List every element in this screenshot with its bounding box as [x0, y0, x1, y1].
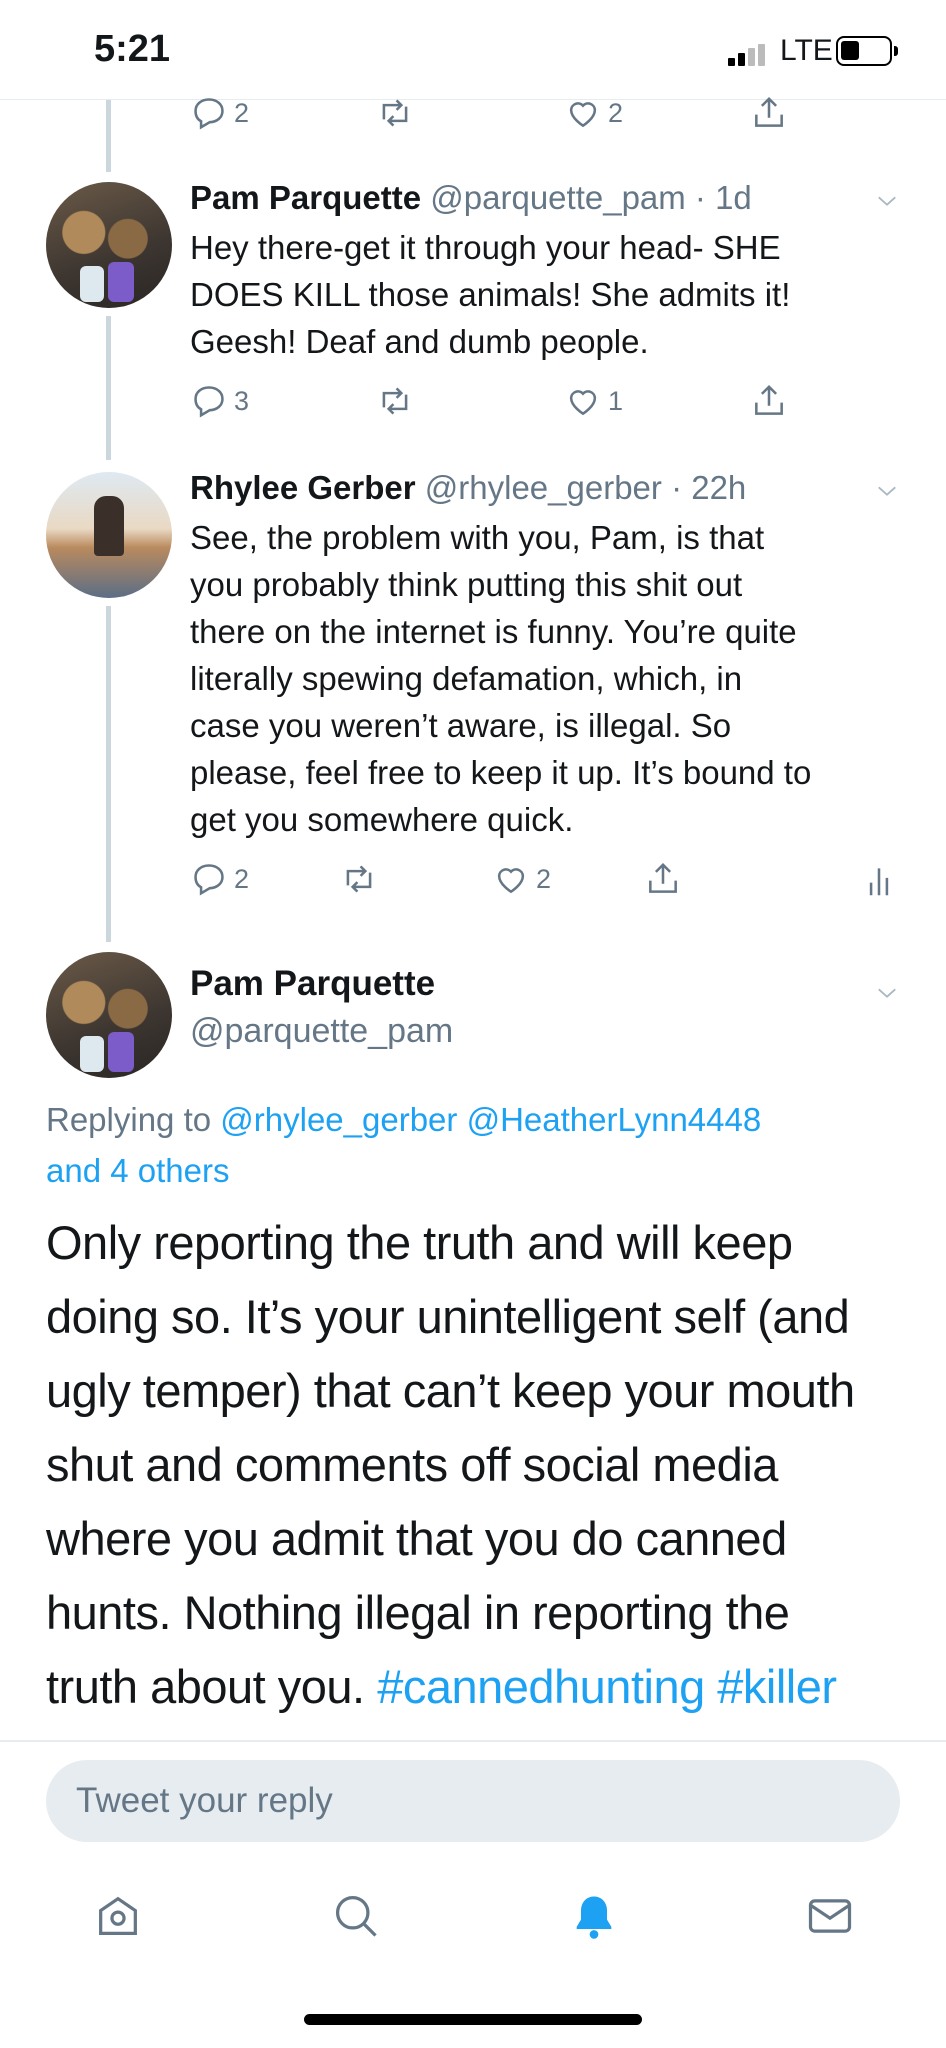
share-button[interactable] — [750, 382, 788, 420]
tweet-line: hunts. Nothing illegal in reporting the — [46, 1586, 790, 1639]
replying-prefix: Replying to — [46, 1101, 212, 1138]
hashtag-link[interactable]: #killer — [717, 1660, 837, 1713]
replying-others-link[interactable]: and 4 others — [46, 1152, 229, 1189]
avatar[interactable] — [46, 952, 172, 1078]
messages-icon[interactable] — [804, 1890, 856, 1942]
tweet-line: shut and comments off social media — [46, 1438, 778, 1491]
thread-line — [106, 606, 111, 942]
retweet-icon — [382, 387, 408, 415]
thread-line — [106, 316, 111, 460]
tweet-line: literally spewing defamation, which, in — [190, 660, 743, 697]
tweet-author[interactable]: Pam Parquette @parquette_pam · 1d — [190, 179, 752, 217]
like-count: 2 — [536, 863, 552, 894]
divider — [0, 1740, 946, 1742]
tweet-line: Hey there-get it through your head- SHE — [190, 229, 781, 266]
share-icon — [755, 384, 783, 415]
status-time: 5:21 — [94, 28, 171, 70]
tweet-line: Geesh! Deaf and dumb people. — [190, 323, 649, 360]
network-label: LTE — [780, 34, 833, 67]
reply-count: 3 — [234, 385, 250, 416]
author-handle[interactable]: @parquette_pam — [190, 1012, 453, 1051]
battery-icon — [836, 36, 898, 66]
share-icon — [649, 862, 677, 893]
tweet-line: See, the problem with you, Pam, is that — [190, 519, 765, 556]
replying-to: Replying to @rhylee_gerber @HeatherLynn4… — [46, 1094, 906, 1196]
share-icon — [755, 96, 783, 127]
tweet-line: Only reporting the truth and will keep — [46, 1216, 793, 1269]
tweet-line: get you somewhere quick. — [190, 801, 574, 838]
tweet-line: you probably think putting this shit out — [190, 566, 743, 603]
notifications-icon[interactable] — [568, 1890, 620, 1942]
hashtag-link[interactable]: #cannedhunting — [377, 1660, 705, 1713]
reply-icon — [194, 98, 224, 130]
home-icon[interactable] — [92, 1890, 144, 1942]
heart-icon — [497, 868, 525, 894]
tweet-line: doing so. It’s your unintelligent self (… — [46, 1290, 850, 1343]
tweet-line-text: truth about you. — [46, 1660, 365, 1713]
tweet-line: DOES KILL those animals! She admits it! — [190, 276, 791, 313]
heart-icon — [569, 102, 597, 128]
avatar[interactable] — [46, 182, 172, 308]
retweet-button[interactable] — [340, 860, 378, 898]
author-name: Rhylee Gerber — [190, 469, 416, 506]
home-indicator[interactable] — [304, 2014, 642, 2025]
tweet-line: ugly temper) that can’t keep your mouth — [46, 1364, 855, 1417]
tweet-text: See, the problem with you, Pam, is that … — [190, 514, 910, 843]
search-icon[interactable] — [330, 1890, 382, 1942]
reply-count: 2 — [234, 863, 250, 894]
like-button[interactable]: 2 — [492, 860, 551, 898]
retweet-icon — [346, 865, 372, 893]
chevron-down-icon[interactable] — [876, 982, 898, 1004]
avatar[interactable] — [46, 472, 172, 598]
share-button[interactable] — [750, 94, 788, 132]
retweet-button[interactable] — [376, 94, 414, 132]
share-button[interactable] — [644, 860, 682, 898]
reply-button[interactable]: 2 — [190, 94, 249, 132]
like-button[interactable]: 2 — [564, 94, 623, 132]
tweet-author[interactable]: Rhylee Gerber @rhylee_gerber · 22h — [190, 469, 746, 507]
tweet-line: where you admit that you do canned — [46, 1512, 787, 1565]
reply-input[interactable] — [46, 1760, 900, 1842]
reply-button[interactable]: 2 — [190, 860, 249, 898]
author-handle-time: @parquette_pam · 1d — [430, 179, 752, 216]
tweet-line: there on the internet is funny. You’re q… — [190, 613, 797, 650]
like-button[interactable]: 1 — [564, 382, 623, 420]
reply-button[interactable]: 3 — [190, 382, 249, 420]
tweet-line: truth about you. #cannedhunting #killer — [46, 1650, 926, 1724]
retweet-icon — [382, 99, 408, 127]
like-count: 1 — [608, 385, 624, 416]
reply-icon — [194, 864, 224, 896]
replying-users-link[interactable]: @rhylee_gerber @HeatherLynn4448 — [220, 1101, 761, 1138]
chevron-down-icon[interactable] — [876, 480, 898, 502]
tweet-line: case you weren’t aware, is illegal. So — [190, 707, 732, 744]
author-handle-time: @rhylee_gerber · 22h — [424, 469, 747, 506]
author-name[interactable]: Pam Parquette — [190, 964, 435, 1004]
status-bar: 5:21 LTE — [0, 0, 946, 100]
reply-box[interactable] — [46, 1760, 900, 1842]
heart-icon — [569, 390, 597, 416]
like-count: 2 — [608, 97, 624, 128]
author-name: Pam Parquette — [190, 179, 422, 216]
tweet-text: Only reporting the truth and will keep d… — [46, 1206, 926, 1724]
reply-icon — [194, 386, 224, 418]
signal-icon — [728, 44, 766, 66]
retweet-button[interactable] — [376, 382, 414, 420]
thread-line — [106, 100, 111, 172]
analytics-button[interactable] — [860, 862, 898, 900]
tweet-text: Hey there-get it through your head- SHE … — [190, 224, 910, 365]
reply-count: 2 — [234, 97, 250, 128]
tweet-line: please, feel free to keep it up. It’s bo… — [190, 754, 812, 791]
chevron-down-icon[interactable] — [876, 190, 898, 212]
analytics-icon — [869, 868, 889, 896]
